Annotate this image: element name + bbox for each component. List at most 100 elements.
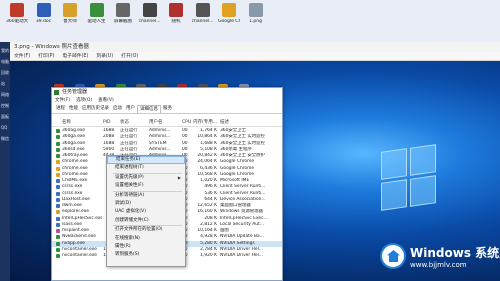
desktop-app-icon (195, 3, 210, 17)
tm-menu-item[interactable]: 文件(F) (55, 97, 70, 105)
process-icon (56, 141, 60, 146)
column-header[interactable]: 用户名 (149, 118, 163, 127)
side-desktop-label: 微信 (1, 136, 9, 141)
process-icon (56, 147, 60, 152)
context-menu-item[interactable]: 在线搜索(N) (107, 235, 185, 243)
desktop-app-icon (142, 3, 157, 17)
desktop-app-icon (169, 3, 183, 17)
desktop-icon-label: 1.png (249, 19, 262, 24)
context-menu-item[interactable]: 调试(D) (107, 200, 185, 208)
tab-5[interactable]: 详细信息 (137, 105, 161, 113)
side-desktop-label: QQ (1, 125, 8, 130)
task-manager-icon (54, 90, 59, 95)
process-icon (56, 254, 60, 258)
desktop-app-icon (36, 3, 51, 17)
desktop-icon[interactable]: 驱动人生 (86, 3, 108, 39)
desktop-icon-label: channel... (191, 19, 214, 24)
process-icon (56, 197, 60, 202)
cell-mem: 1,920 K (200, 253, 217, 258)
column-header[interactable]: 状态 (120, 118, 129, 127)
column-header[interactable]: 描述 (220, 118, 229, 127)
desktop-app-icon (63, 3, 77, 17)
context-menu-label: 创建转储文件(C) (115, 217, 149, 223)
desktop-icon[interactable]: 鲁大师 (59, 3, 81, 39)
process-icon (56, 160, 60, 165)
desktop-icon-label: 驱动人生 (87, 19, 106, 24)
context-menu-item[interactable]: 打开文件所在的位置(O) (107, 226, 185, 234)
desktop-icon[interactable]: 39.doc (33, 3, 55, 39)
viewer-menu-item[interactable]: 打开(O) (121, 52, 138, 60)
context-menu-label: 结束进程树(T) (115, 165, 144, 171)
column-header[interactable]: 名称 (62, 118, 71, 127)
process-icon (56, 235, 60, 240)
task-manager-title: 任务管理器 (62, 89, 88, 95)
desktop-icon[interactable]: channel... (192, 3, 214, 39)
column-header[interactable]: CPU (182, 118, 191, 127)
desktop-icon-label: 鲁大师 (63, 19, 77, 24)
process-icon (56, 135, 60, 140)
watermark: Windows 系统之家 www.bjjmlv.com (380, 238, 500, 278)
context-menu-label: UAC 虚拟化(V) (115, 209, 146, 215)
side-desktop-label: 我的 (1, 48, 9, 53)
context-menu-label: 转到服务(S) (115, 252, 140, 258)
desktop-app-icon (10, 3, 24, 17)
cell-name: nvcontainer.exe (62, 253, 97, 258)
desktop-icon-bar: 360驱动大师 39.doc 鲁大师 驱动人生 屏幕截图 channel... 随机 chan… (0, 0, 500, 42)
process-icon (56, 241, 60, 246)
desktop-side-strip: 我的 电脑 回收站网络 控制 面板 QQ 微信 (0, 42, 10, 281)
tab-6[interactable]: 服务 (161, 105, 174, 113)
context-menu-item[interactable]: 结束任务(E) (107, 156, 185, 165)
desktop-app-icon (248, 3, 263, 17)
tab-0[interactable]: 进程 (54, 105, 67, 113)
process-icon (56, 216, 60, 221)
desktop-icon-label: channel... (138, 19, 161, 24)
context-menu-item[interactable]: 转到服务(S) (107, 251, 185, 259)
context-menu-item[interactable]: 属性(R) (107, 243, 185, 251)
context-menu-label: 调试(D) (115, 200, 131, 206)
context-menu-item[interactable]: 设置相关性(F) (107, 182, 185, 190)
context-menu-label: 设置优先级(P) (115, 174, 144, 180)
tab-1[interactable]: 性能 (67, 105, 80, 113)
process-context-menu: 结束任务(E) 结束进程树(T) 设置优先级(P) ▶ 设置相关性(F) 分析等待链(A)… (106, 155, 186, 267)
context-menu-item[interactable]: 分析等待链(A) (107, 192, 185, 200)
tab-3[interactable]: 启动 (111, 105, 124, 113)
side-desktop-label: 控制 (1, 103, 9, 108)
context-menu-item[interactable]: UAC 虚拟化(V) (107, 208, 185, 216)
context-menu-item[interactable]: 设置优先级(P) ▶ (107, 174, 185, 182)
process-icon (56, 179, 60, 183)
desktop-icon-label: Google Chrome (218, 19, 240, 24)
desktop-icon-label: 随机 (171, 19, 181, 24)
desktop-icon[interactable]: 1.png (245, 3, 267, 39)
viewer-menu-item[interactable]: 电子邮件(E) (62, 52, 88, 60)
context-menu-label: 分析等待链(A) (115, 192, 145, 198)
column-header[interactable]: PID (103, 118, 111, 127)
context-menu-item[interactable]: 创建转储文件(C) (107, 217, 185, 225)
viewer-menu-bar: 文件(F) 打印(P) 电子邮件(E) 刻录(U) 打开(O) (10, 52, 500, 61)
watermark-house-icon (380, 243, 406, 269)
desktop-icon[interactable]: 屏幕截图 (112, 3, 134, 39)
context-menu-item[interactable]: 结束进程树(T) (107, 164, 185, 172)
process-icon (56, 154, 60, 158)
tm-menu-item[interactable]: 查看(V) (98, 97, 114, 105)
viewer-menu-item[interactable]: 文件(F) (14, 52, 30, 60)
desktop-icon[interactable]: 随机 (165, 3, 187, 39)
tab-2[interactable]: 应用历史记录 (80, 105, 111, 113)
desktop-app-icon (222, 3, 236, 17)
desktop-icon[interactable]: Google Chrome (218, 3, 240, 39)
desktop-icon[interactable]: channel... (139, 3, 161, 39)
viewer-menu-item[interactable]: 刻录(U) (96, 52, 113, 60)
tm-menu-item[interactable]: 选项(O) (76, 97, 92, 105)
process-icon (56, 204, 60, 208)
process-icon (56, 210, 60, 215)
column-header[interactable]: 内存(专用... (193, 118, 217, 127)
context-menu-label: 结束任务(E) (116, 157, 141, 162)
side-desktop-label: 站 (1, 81, 5, 86)
desktop-icon[interactable]: 360驱动大师 (6, 3, 28, 39)
tab-4[interactable]: 用户 (124, 105, 137, 113)
context-menu-label: 属性(R) (115, 243, 131, 249)
viewer-menu-item[interactable]: 打印(P) (38, 52, 54, 60)
desktop-icon-label: 39.doc (35, 19, 52, 24)
process-icon (56, 166, 60, 171)
task-manager-titlebar: 任务管理器 (52, 88, 282, 97)
context-menu-label: 打开文件所在的位置(O) (115, 227, 163, 233)
